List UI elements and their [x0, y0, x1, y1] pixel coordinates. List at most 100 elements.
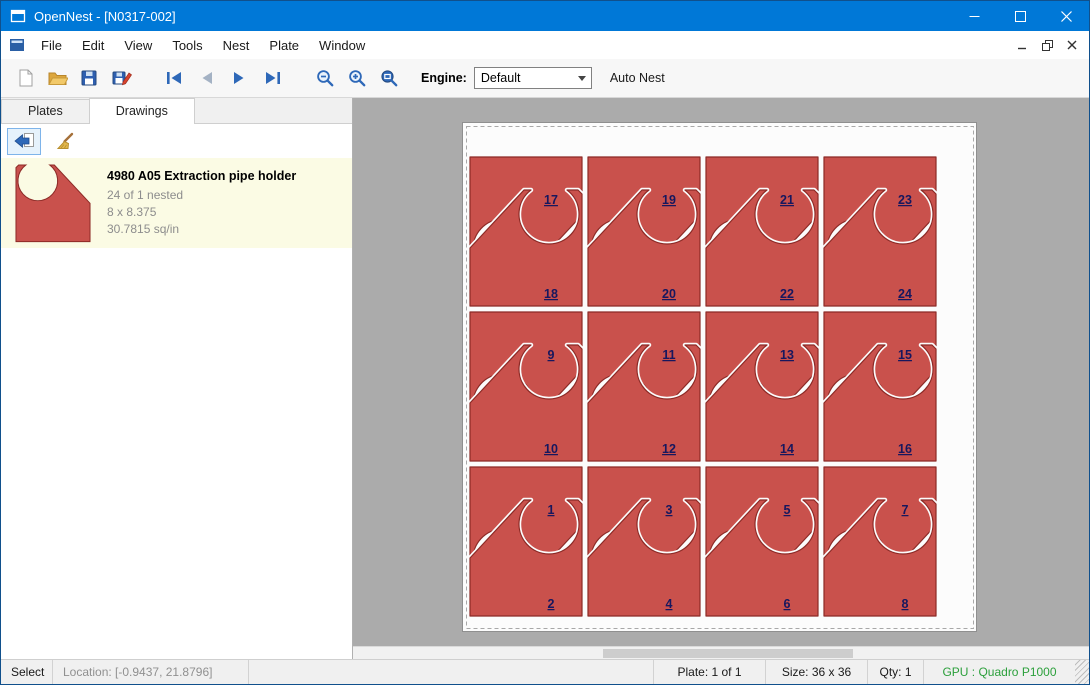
- auto-nest-button[interactable]: Auto Nest: [610, 71, 665, 85]
- status-qty: Qty: 1: [867, 660, 923, 684]
- close-button[interactable]: [1043, 1, 1089, 31]
- tab-strip: Plates Drawings: [1, 98, 352, 124]
- new-button[interactable]: [9, 62, 41, 94]
- zoom-in-button[interactable]: [341, 62, 373, 94]
- part-number-label: 16: [898, 442, 912, 456]
- menu-item-window[interactable]: Window: [309, 31, 375, 59]
- engine-select[interactable]: Default: [474, 67, 592, 89]
- menu-item-file[interactable]: File: [31, 31, 72, 59]
- previous-plate-icon: [199, 71, 215, 85]
- part-number-label: 14: [780, 442, 794, 456]
- drawing-list-item[interactable]: 4980 A05 Extraction pipe holder 24 of 1 …: [1, 158, 352, 248]
- menu-item-view[interactable]: View: [114, 31, 162, 59]
- horizontal-scrollbar[interactable]: [353, 646, 1089, 659]
- open-folder-icon: [47, 69, 68, 87]
- part-number-label: 5: [784, 503, 791, 517]
- nested-pair: 910: [470, 312, 582, 461]
- mdi-document-icon: [9, 38, 25, 52]
- close-icon: [1061, 11, 1072, 22]
- drawing-area: 30.7815 sq/in: [107, 221, 296, 238]
- nav-last-button[interactable]: [255, 62, 287, 94]
- open-button[interactable]: [41, 62, 73, 94]
- part-number-label: 10: [544, 442, 558, 456]
- last-plate-icon: [262, 71, 281, 85]
- minimize-icon: [969, 11, 980, 22]
- part-number-label: 2: [548, 597, 555, 611]
- part-number-label: 17: [544, 193, 558, 207]
- zoom-in-icon: [347, 68, 367, 88]
- drawings-toolbar: [1, 124, 352, 158]
- part-number-label: 18: [544, 287, 558, 301]
- horizontal-scrollbar-thumb[interactable]: [603, 649, 853, 658]
- save-button[interactable]: [73, 62, 105, 94]
- nested-pair: 78: [824, 467, 936, 616]
- nested-pair: 12: [470, 467, 582, 616]
- nesting-canvas[interactable]: 171819202122232491011121314151612345678: [353, 98, 1089, 659]
- menu-item-edit[interactable]: Edit: [72, 31, 114, 59]
- tab-drawings[interactable]: Drawings: [89, 98, 195, 124]
- back-arrow-page-icon: [13, 131, 36, 151]
- window-title: OpenNest - [N0317-002]: [34, 9, 176, 24]
- menu-item-nest[interactable]: Nest: [213, 31, 260, 59]
- mdi-close-button[interactable]: [1061, 35, 1083, 55]
- status-size: Size: 36 x 36: [765, 660, 867, 684]
- part-number-label: 3: [666, 503, 673, 517]
- save-edit-button[interactable]: [105, 62, 137, 94]
- nested-pair: 23 24: [824, 157, 936, 306]
- nav-next-button[interactable]: [223, 62, 255, 94]
- content-area: Plates Drawings: [1, 98, 1089, 659]
- status-plate: Plate: 1 of 1: [653, 660, 765, 684]
- nested-pair: 1920: [588, 157, 700, 306]
- tab-plates[interactable]: Plates: [1, 99, 90, 123]
- zoom-out-button[interactable]: [309, 62, 341, 94]
- new-page-icon: [15, 68, 35, 88]
- part-number-label: 24: [898, 287, 912, 301]
- clean-drawings-button[interactable]: [48, 128, 82, 155]
- part-number-label: 7: [902, 503, 909, 517]
- mdi-restore-icon: [1042, 40, 1053, 51]
- drawing-size: 8 x 8.375: [107, 204, 296, 221]
- mdi-restore-button[interactable]: [1036, 35, 1058, 55]
- zoom-extents-icon: [379, 68, 399, 88]
- status-mode: Select: [1, 660, 53, 684]
- assign-drawing-button[interactable]: [7, 128, 41, 155]
- mdi-minimize-icon: [1017, 40, 1027, 50]
- nav-prev-button[interactable]: [191, 62, 223, 94]
- nav-first-button[interactable]: [159, 62, 191, 94]
- part-number-label: 12: [662, 442, 676, 456]
- part-number-label: 6: [784, 597, 791, 611]
- main-toolbar: Engine: Default Auto Nest: [1, 59, 1089, 98]
- part-number-label: 20: [662, 287, 676, 301]
- menu-item-plate[interactable]: Plate: [259, 31, 309, 59]
- menu-bar: File Edit View Tools Nest Plate Window: [1, 31, 1089, 59]
- app-icon: [10, 8, 26, 24]
- nested-pair: 34: [588, 467, 700, 616]
- part-number-label: 13: [780, 348, 794, 362]
- app-window: OpenNest - [N0317-002] File Edit View To…: [0, 0, 1090, 685]
- part-number-label: 8: [902, 597, 909, 611]
- status-bar: Select Location: [-0.9437, 21.8796] Plat…: [1, 659, 1089, 684]
- mdi-close-icon: [1067, 40, 1077, 50]
- engine-label: Engine:: [421, 71, 467, 85]
- chevron-down-icon[interactable]: [573, 76, 591, 81]
- drawing-thumbnail: [9, 163, 97, 243]
- title-bar: OpenNest - [N0317-002]: [1, 1, 1089, 31]
- drawing-nested-count: 24 of 1 nested: [107, 187, 296, 204]
- part-number-label: 21: [780, 193, 794, 207]
- nested-pair: 1718: [470, 157, 582, 306]
- part-thumbnail-shape: [11, 163, 95, 243]
- resize-grip[interactable]: [1075, 660, 1089, 684]
- minimize-button[interactable]: [951, 1, 997, 31]
- part-number-label: 23: [898, 193, 912, 207]
- engine-value: Default: [481, 71, 521, 85]
- maximize-button[interactable]: [997, 1, 1043, 31]
- zoom-extents-button[interactable]: [373, 62, 405, 94]
- mdi-minimize-button[interactable]: [1011, 35, 1033, 55]
- nested-pair: 56: [706, 467, 818, 616]
- save-icon: [79, 68, 99, 88]
- drawing-title: 4980 A05 Extraction pipe holder: [107, 169, 296, 184]
- first-plate-icon: [166, 71, 185, 85]
- plate[interactable]: 171819202122232491011121314151612345678: [462, 122, 977, 632]
- menu-item-tools[interactable]: Tools: [162, 31, 212, 59]
- status-gpu: GPU : Quadro P1000: [923, 660, 1075, 684]
